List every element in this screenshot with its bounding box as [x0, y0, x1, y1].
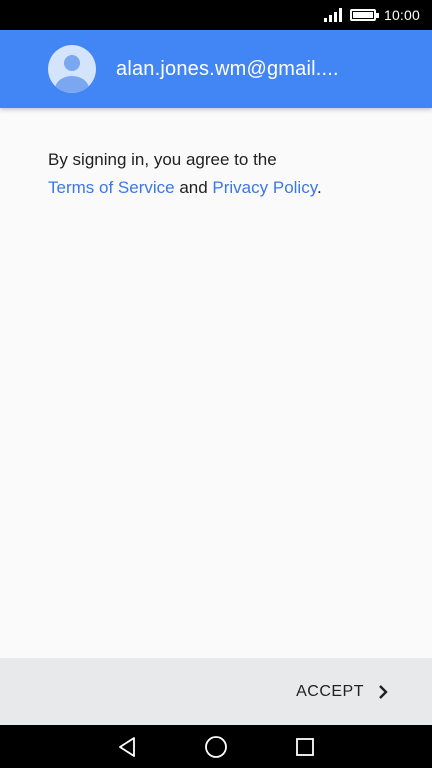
accept-label: ACCEPT [296, 682, 364, 700]
status-time: 10:00 [383, 7, 420, 23]
home-circle-icon [205, 735, 227, 758]
account-email: alan.jones.wm@gmail.... [116, 57, 339, 80]
signal-icon [323, 8, 342, 22]
screen: 10:00 alan.jones.wm@gmail.... By signing… [0, 0, 432, 768]
chevron-right-icon [379, 684, 388, 699]
recents-square-icon [296, 737, 315, 756]
accept-button[interactable]: ACCEPT [296, 683, 388, 701]
terms-of-service-link[interactable]: Terms of Service [48, 178, 175, 197]
person-icon [48, 45, 96, 93]
terms-text: By signing in, you agree to the Terms of… [48, 146, 408, 202]
back-triangle-icon [118, 736, 135, 757]
terms-prefix: By signing in, you agree to the [48, 150, 277, 169]
terms-suffix: . [316, 178, 322, 197]
home-button[interactable] [201, 732, 231, 762]
status-bar: 10:00 [0, 0, 432, 30]
action-bar: ACCEPT [0, 658, 432, 725]
recents-button[interactable] [290, 732, 320, 762]
back-button[interactable] [112, 732, 142, 762]
terms-conjunction: and [174, 178, 213, 197]
account-header: alan.jones.wm@gmail.... [0, 30, 432, 108]
battery-icon [349, 9, 379, 21]
privacy-policy-link[interactable]: Privacy Policy [212, 178, 317, 197]
navigation-bar [0, 725, 432, 768]
